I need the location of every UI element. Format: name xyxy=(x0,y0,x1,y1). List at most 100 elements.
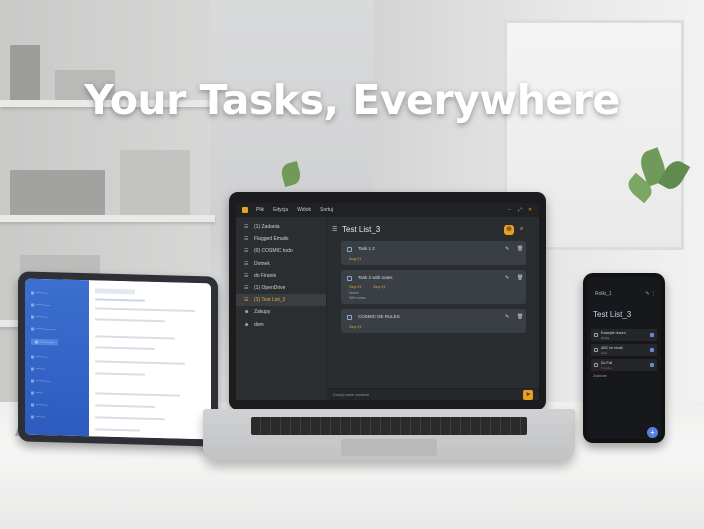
tablet-sidebar-item[interactable]: ▤ ─── xyxy=(31,391,43,395)
list-icon: ☰ xyxy=(244,224,249,231)
add-task-button[interactable]: ⊕ xyxy=(504,225,514,235)
new-task-input[interactable]: Dodaj nowe zadanie xyxy=(331,391,521,399)
sidebar-item-label: dom xyxy=(254,321,264,328)
task-checkbox[interactable] xyxy=(347,315,352,320)
edit-icon[interactable]: ✎ xyxy=(505,246,509,252)
sidebar-item-cosmic[interactable]: ☰ (0) COSMIC todo xyxy=(236,245,326,257)
app-logo-icon xyxy=(242,207,248,213)
list-icon: ☰ xyxy=(244,297,249,304)
list-icon: ☰ xyxy=(244,248,249,255)
task-notes: Notes With notes xyxy=(349,291,366,300)
tablet-sidebar-item[interactable]: ▤ ────── xyxy=(31,379,50,384)
laptop-lid: Plik Edycja Widok Sortuj – ⤢ ✕ ☰ (1) Zada… xyxy=(229,192,546,410)
sidebar-item-label: (0) COSMIC todo xyxy=(254,248,293,255)
sidebar-item-flagged[interactable]: ☰ Flagged Emails xyxy=(236,233,326,245)
task-checkbox[interactable] xyxy=(347,276,352,281)
add-task-button[interactable]: + xyxy=(647,427,658,438)
tablet-sidebar-item[interactable]: ▤ ───── xyxy=(31,403,48,407)
sidebar-item-label: Domek xyxy=(254,260,270,267)
menu-view[interactable]: Widok xyxy=(297,207,311,213)
background-shelf xyxy=(0,215,215,222)
task-date: Sep 01 xyxy=(349,324,362,329)
tablet-row xyxy=(95,428,140,432)
trash-icon[interactable]: 🗑 xyxy=(517,275,523,281)
menu-file[interactable]: Plik xyxy=(256,207,264,213)
tablet-sidebar: ▤ ───── ▤ ────── ▤ ───── ▤ ──────── ▤ ──… xyxy=(25,278,89,437)
task-card[interactable]: Task 1 2 Aug 01 ✎ 🗑 xyxy=(341,241,526,265)
task-name: Task 1 2 xyxy=(358,246,375,251)
phone-title: Test List_3 xyxy=(593,310,632,319)
sidebar-item-label: (1) Zadania xyxy=(254,224,280,231)
tablet-row xyxy=(95,335,175,340)
page-title: Test List_3 xyxy=(342,225,381,234)
flag-icon xyxy=(650,348,654,352)
sidebar-item-label: do Firanie xyxy=(254,272,277,279)
task-name: Do Full xyxy=(601,361,613,365)
sidebar-item-zakupy[interactable]: ☻ Zakupy xyxy=(236,306,326,318)
tablet-main xyxy=(89,280,211,440)
sidebar-item-opendrive[interactable]: ☰ (1) OpenDrive xyxy=(236,282,326,294)
tablet-row xyxy=(95,346,155,350)
tablet-sidebar-item[interactable]: ▤ ────── xyxy=(31,303,50,308)
task-date: Sep 01 xyxy=(373,284,386,289)
tablet-row xyxy=(95,416,165,421)
sidebar-item-domek[interactable]: ☰ Domek xyxy=(236,258,326,270)
flag-icon xyxy=(650,333,654,337)
tablet-screen: ▤ ───── ▤ ────── ▤ ───── ▤ ──────── ▤ ──… xyxy=(25,278,211,440)
sidebar-item-test-list[interactable]: ☰ (3) Test List_3 xyxy=(236,294,326,307)
menu-edit[interactable]: Edycja xyxy=(273,207,288,213)
sidebar-item-label: (1) OpenDrive xyxy=(254,285,286,292)
maximize-icon[interactable]: ⤢ xyxy=(518,207,522,213)
minimize-icon[interactable]: – xyxy=(508,207,511,213)
task-date: Jutro xyxy=(601,351,608,355)
headline: Your Tasks, Everywhere xyxy=(84,76,620,124)
task-card[interactable]: Task 2 with notes Sep 01 Sep 01 Notes Wi… xyxy=(341,270,526,304)
phone-device: Rolki_1 ✎ ⋮ Test List_3 Example record D… xyxy=(583,273,665,443)
phone-menu-icon[interactable]: ✎ ⋮ xyxy=(645,291,656,297)
task-checkbox[interactable] xyxy=(594,363,598,367)
tablet-toolbar xyxy=(95,288,135,295)
tablet-row xyxy=(95,318,165,323)
phone-task-card[interactable]: Do Full Overdue xyxy=(591,359,657,371)
task-date: Sep 01 xyxy=(349,284,362,289)
tablet-row xyxy=(95,372,145,376)
search-icon[interactable]: ⌕ xyxy=(520,226,523,233)
edit-icon[interactable]: ✎ xyxy=(505,275,509,281)
task-date: Dzisiaj xyxy=(601,336,610,340)
task-checkbox[interactable] xyxy=(594,333,598,337)
sidebar-item-label: (3) Test List_3 xyxy=(254,297,286,304)
task-date: Aug 01 xyxy=(349,256,362,261)
phone-header: Rolki_1 xyxy=(595,291,612,297)
edit-icon[interactable]: ✎ xyxy=(505,314,509,320)
trash-icon[interactable]: 🗑 xyxy=(517,314,523,320)
close-icon[interactable]: ✕ xyxy=(528,207,532,213)
tablet-sidebar-item[interactable]: ▤ ───── xyxy=(31,355,48,359)
tablet-sidebar-item[interactable]: ▤ ────── xyxy=(31,338,59,346)
tablet-tab[interactable] xyxy=(95,298,145,302)
completed-section[interactable]: Zrobione xyxy=(593,374,607,378)
task-checkbox[interactable] xyxy=(347,247,352,252)
tablet-sidebar-item[interactable]: ▤ ──────── xyxy=(31,327,55,332)
tablet-sidebar-item[interactable]: ▤ ───── xyxy=(31,291,48,295)
send-icon[interactable]: ➤ xyxy=(523,390,533,400)
laptop-screen: Plik Edycja Widok Sortuj – ⤢ ✕ ☰ (1) Zada… xyxy=(236,203,539,400)
tablet-sidebar-item[interactable]: ▤ ──── xyxy=(31,367,45,371)
laptop-keyboard xyxy=(251,417,527,435)
sidebar-item-zadania[interactable]: ☰ (1) Zadania xyxy=(236,221,326,233)
sidebar-item-label: Flagged Emails xyxy=(254,236,289,243)
tablet-row xyxy=(95,307,195,313)
plant-icon xyxy=(279,161,303,187)
task-card[interactable]: COSMIC DE RULES Sep 01 ✎ 🗑 xyxy=(341,309,526,333)
tablet-sidebar-item[interactable]: ▤ ──── xyxy=(31,415,45,419)
sidebar-item-firanie[interactable]: ☰ do Firanie xyxy=(236,270,326,282)
phone-task-card[interactable]: ABC for recall Jutro xyxy=(591,344,657,356)
tablet-sidebar-item[interactable]: ▤ ───── xyxy=(31,315,48,319)
sidebar-item-dom[interactable]: ☻ dom xyxy=(236,319,326,331)
phone-task-card[interactable]: Example record Dzisiaj xyxy=(591,329,657,341)
tablet-frame: ▤ ───── ▤ ────── ▤ ───── ▤ ──────── ▤ ──… xyxy=(18,271,218,447)
background-book xyxy=(120,150,190,215)
menu-sort[interactable]: Sortuj xyxy=(320,207,333,213)
laptop-base xyxy=(203,409,575,461)
trash-icon[interactable]: 🗑 xyxy=(517,246,523,252)
task-checkbox[interactable] xyxy=(594,348,598,352)
